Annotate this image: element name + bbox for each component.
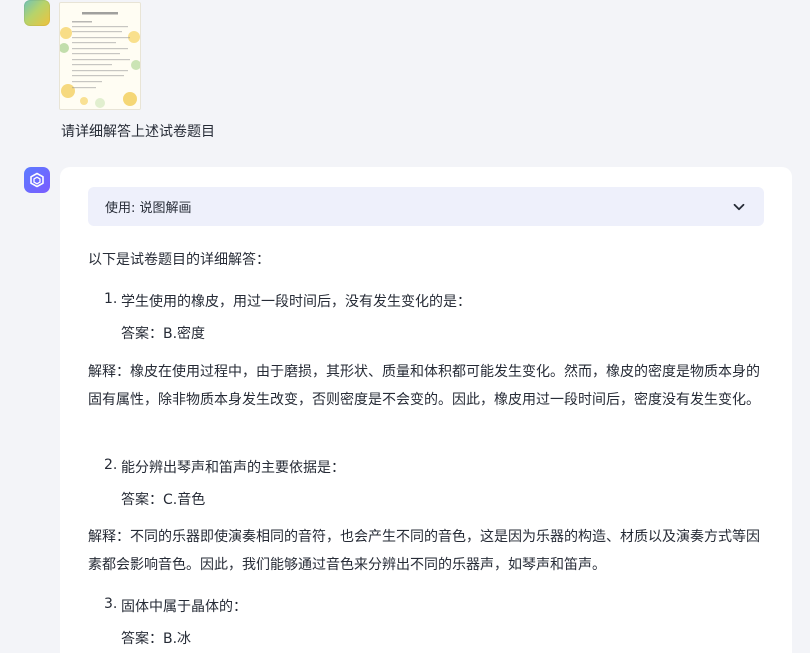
chevron-down-icon[interactable] <box>732 200 746 214</box>
response-intro: 以下是试卷题目的详细解答： <box>88 252 270 268</box>
cube-logo-icon <box>30 172 44 188</box>
question-text: 能分辨出琴声和笛声的主要依据是： <box>121 460 345 476</box>
answer-text: 答案：B.密度 <box>121 326 206 342</box>
tool-usage-label: 使用: 说图解画 <box>105 201 192 216</box>
exam-paper-image <box>60 3 140 109</box>
assistant-avatar <box>24 167 50 193</box>
explanation-text: 解释：不同的乐器即使演奏相同的音符，也会产生不同的音色，这是因为乐器的构造、材质… <box>88 529 760 573</box>
assistant-response-card: 使用: 说图解画 以下是试卷题目的详细解答： 1. 学生使用的橡皮，用过一段时间… <box>60 167 792 653</box>
explanation-text: 解释：橡皮在使用过程中，由于磨损，其形状、质量和体积都可能发生变化。然而，橡皮的… <box>88 364 760 408</box>
question-number: 2. <box>104 457 118 473</box>
question-text: 固体中属于晶体的： <box>121 599 247 615</box>
question-text: 学生使用的橡皮，用过一段时间后，没有发生变化的是： <box>121 294 471 310</box>
attached-exam-image-thumbnail[interactable] <box>59 2 141 110</box>
user-question-text: 请详细解答上述试卷题目 <box>61 124 215 140</box>
answer-text: 答案：C.音色 <box>121 492 206 508</box>
question-number: 3. <box>104 596 118 612</box>
answer-text: 答案：B.冰 <box>121 631 192 647</box>
question-number: 1. <box>104 291 118 307</box>
user-avatar <box>24 0 50 26</box>
tool-usage-toggle[interactable]: 使用: 说图解画 <box>88 187 764 226</box>
